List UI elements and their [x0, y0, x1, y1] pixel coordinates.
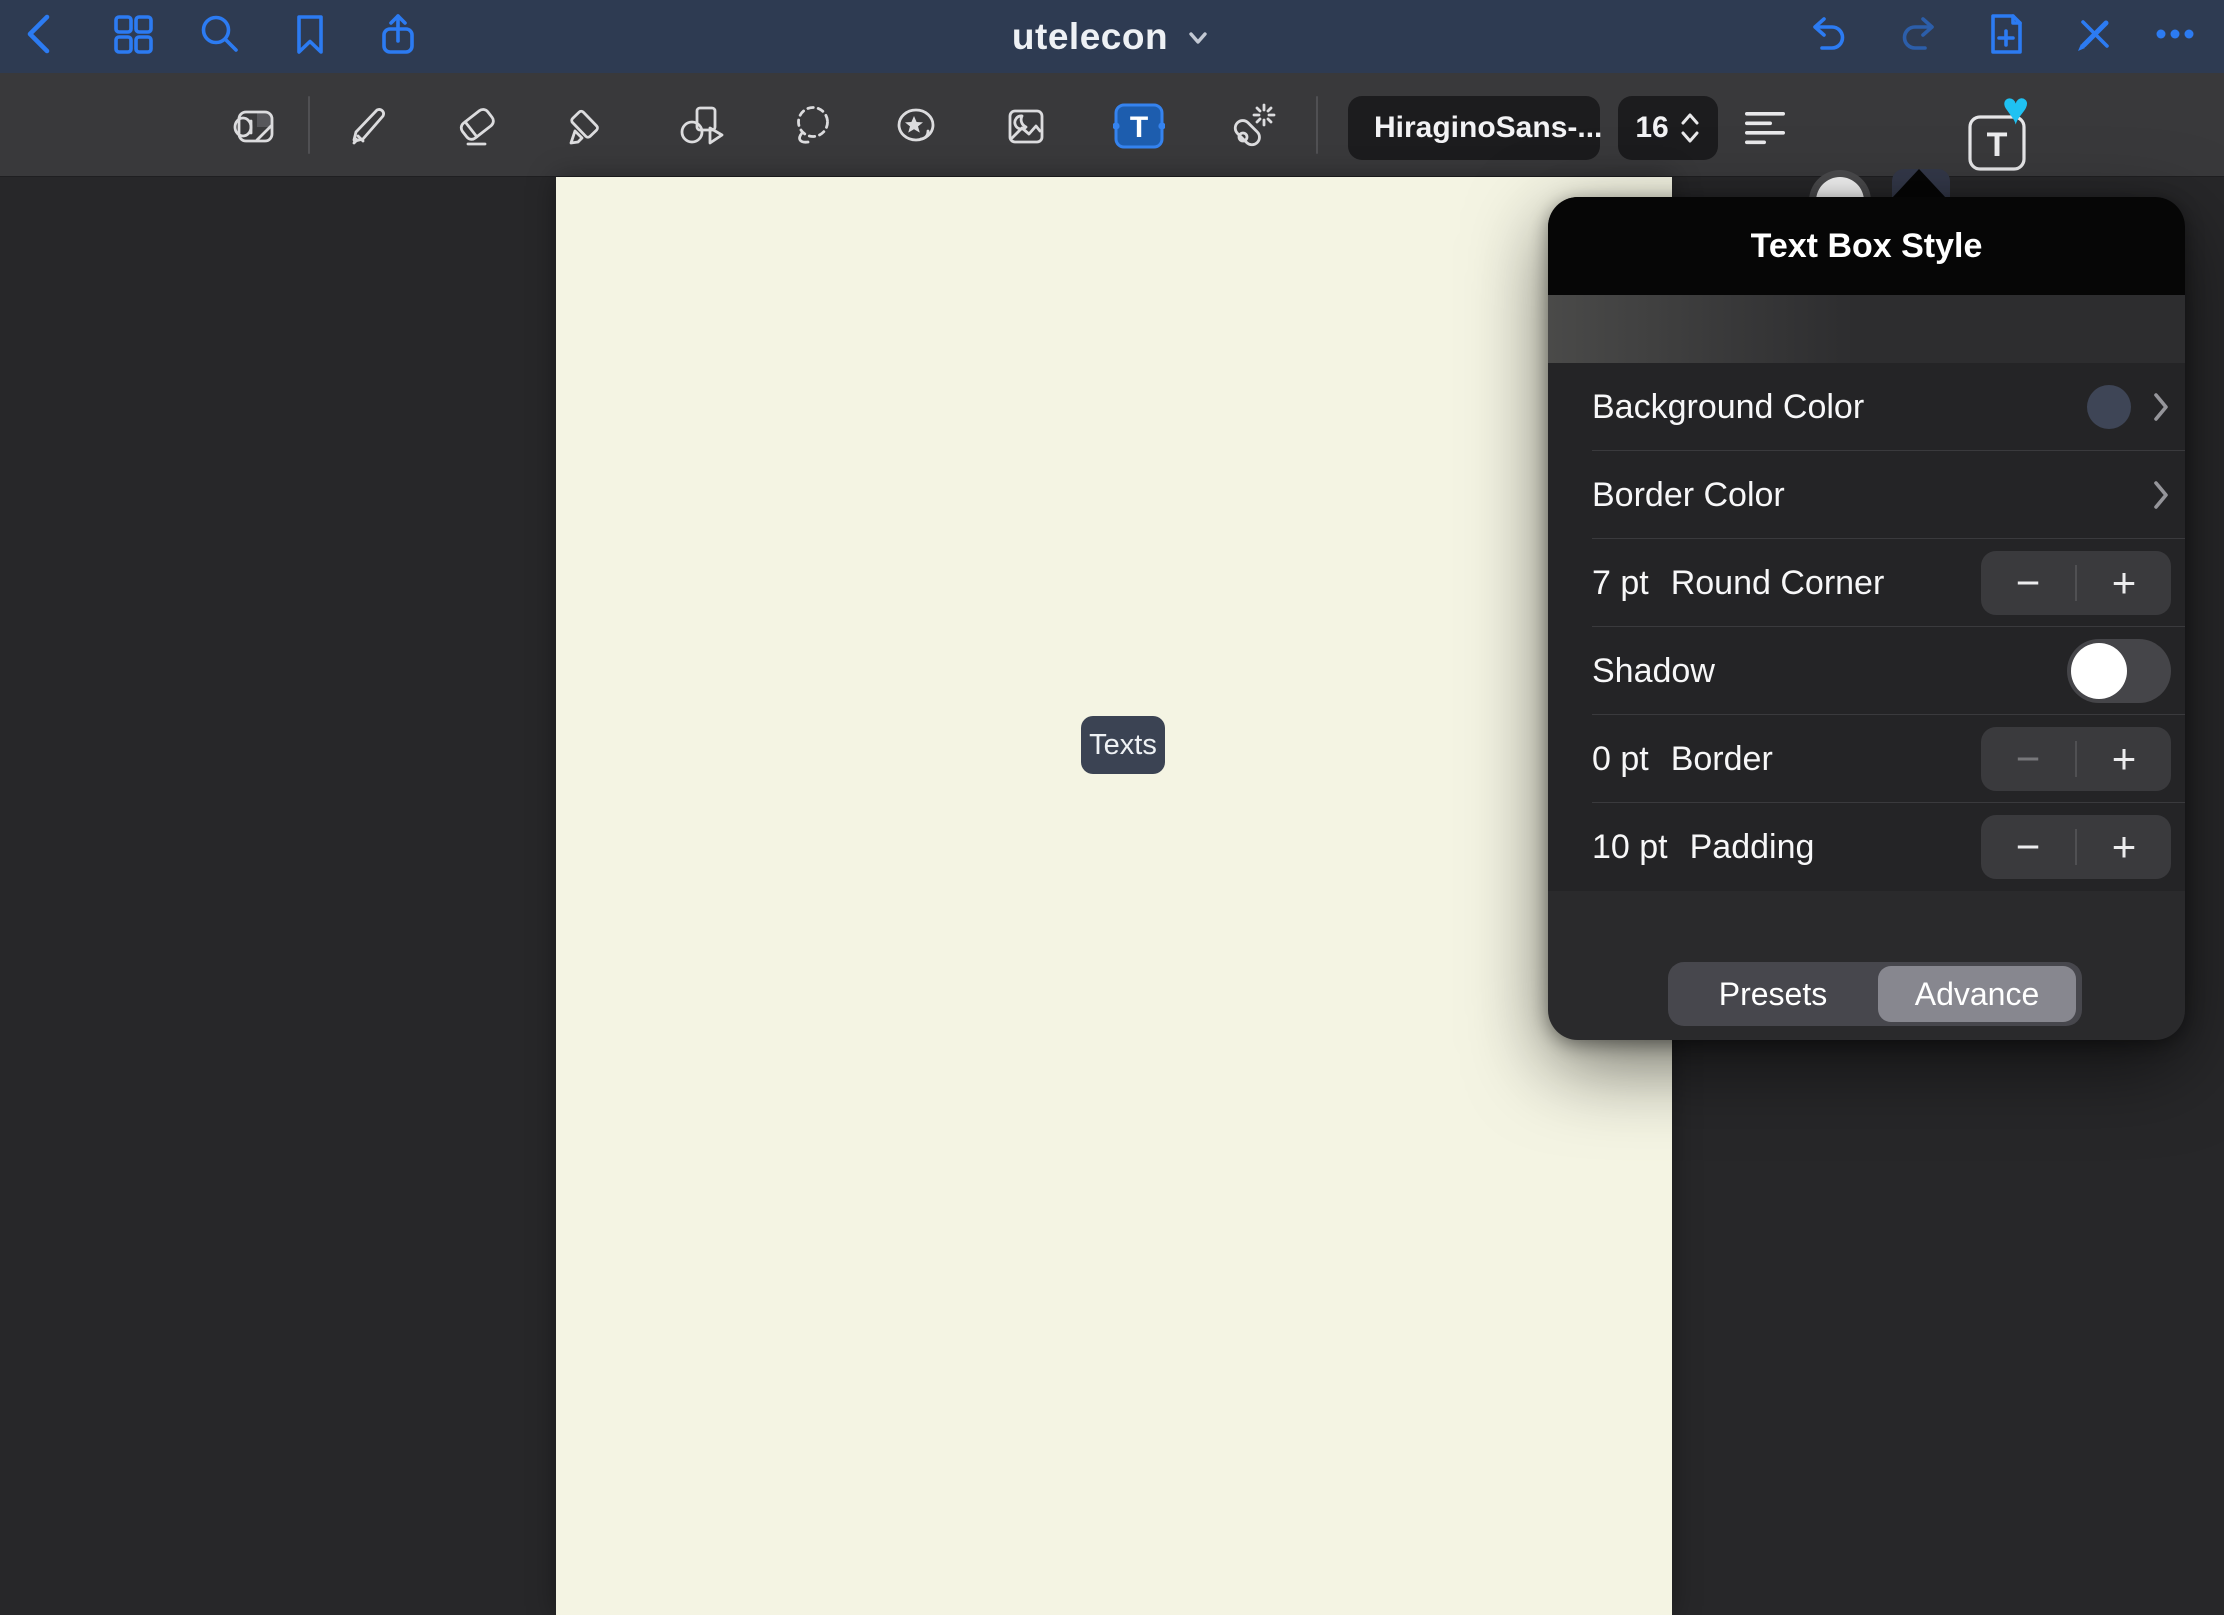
navbar: utelecon [0, 0, 2224, 73]
advance-label: Advance [1915, 976, 2040, 1013]
toggle-knob [2071, 643, 2127, 699]
row-label: Border [1671, 740, 1773, 779]
sticker-tool[interactable] [892, 103, 940, 151]
row-round-corner: 7 pt Round Corner − + [1548, 539, 2185, 627]
exit-edit-mode-button[interactable] [2070, 10, 2118, 58]
popover-header: Text Box Style [1548, 197, 2185, 295]
toolbar-separator [308, 96, 310, 154]
row-shadow: Shadow [1548, 627, 2185, 715]
text-tool-letter: T [1130, 111, 1148, 144]
presets-label: Presets [1719, 976, 1827, 1013]
add-page-button[interactable] [1982, 10, 2030, 58]
document-title-button[interactable]: utelecon [0, 0, 2224, 73]
presets-segment[interactable]: Presets [1668, 962, 1878, 1026]
eraser-tool[interactable] [454, 103, 502, 151]
row-label: Border Color [1592, 476, 1785, 515]
sticker-icon [892, 103, 940, 151]
row-padding: 10 pt Padding − + [1548, 803, 2185, 891]
more-button[interactable] [2151, 10, 2199, 58]
font-size-value: 16 [1635, 111, 1668, 145]
round-corner-plus-button[interactable]: + [2077, 551, 2171, 615]
chevron-right-icon [2151, 390, 2171, 424]
chevron-down-icon [1184, 23, 1212, 51]
eraser-icon [454, 103, 502, 151]
padding-stepper: − + [1981, 815, 2171, 879]
toolbar-separator [1316, 96, 1318, 154]
pen-tool[interactable] [346, 103, 394, 151]
popover-rows: Background Color Border Color 7 pt Round… [1548, 363, 2185, 891]
redo-button[interactable] [1896, 10, 1944, 58]
font-family-button[interactable]: HiraginoSans-... [1348, 96, 1600, 160]
note-page[interactable] [556, 177, 1672, 1615]
padding-plus-button[interactable]: + [2077, 815, 2171, 879]
text-tool-selected[interactable]: T [1113, 102, 1165, 152]
font-size-stepper[interactable]: 16 [1618, 96, 1718, 160]
row-background-color[interactable]: Background Color [1548, 363, 2185, 451]
highlighter-tool[interactable] [562, 103, 610, 151]
image-tool[interactable] [1002, 103, 1050, 151]
document-title: utelecon [1012, 16, 1168, 58]
shapes-icon [678, 103, 726, 151]
padding-minus-button[interactable]: − [1981, 815, 2075, 879]
border-width-stepper: − + [1981, 727, 2171, 791]
row-label: Background Color [1592, 388, 1864, 427]
presets-advance-segmented-control: Presets Advance [1668, 962, 2082, 1026]
row-border-color[interactable]: Border Color [1548, 451, 2185, 539]
chevron-right-icon [2151, 478, 2171, 512]
app-root: utelecon [0, 0, 2224, 1615]
align-left-icon [1741, 104, 1789, 152]
round-corner-value: 7 pt [1592, 564, 1649, 603]
popover-arrow [1892, 169, 1946, 198]
font-family-label: HiraginoSans-... [1374, 111, 1602, 145]
row-border-width: 0 pt Border − + [1548, 715, 2185, 803]
border-width-plus-button[interactable]: + [2077, 727, 2171, 791]
toolbar: T HiraginoSans-... 16 [0, 73, 2224, 177]
advance-segment-selected[interactable]: Advance [1878, 966, 2076, 1022]
ellipsis-icon [2151, 10, 2199, 58]
padding-value: 10 pt [1592, 828, 1668, 867]
text-align-button[interactable] [1741, 104, 1789, 152]
border-width-value: 0 pt [1592, 740, 1649, 779]
stepper-chevrons-icon [1679, 109, 1701, 147]
undo-button[interactable] [1803, 10, 1851, 58]
laser-tool[interactable] [1226, 101, 1278, 153]
zoom-window-icon [232, 103, 280, 151]
pencil-cross-icon [2070, 10, 2118, 58]
zoom-window-tool[interactable] [232, 103, 280, 151]
lasso-icon [789, 103, 837, 151]
background-color-swatch [2087, 385, 2131, 429]
row-label: Shadow [1592, 652, 1715, 691]
pen-icon [346, 103, 394, 151]
style-preview-strip [1548, 295, 2185, 363]
row-label: Padding [1690, 828, 1815, 867]
redo-icon [1896, 10, 1944, 58]
popover-title: Text Box Style [1751, 227, 1983, 266]
laser-pointer-icon [1226, 101, 1278, 153]
canvas-text-box[interactable]: Texts [1081, 716, 1165, 774]
image-icon [1002, 103, 1050, 151]
shapes-tool[interactable] [678, 103, 726, 151]
canvas-text-box-label: Texts [1089, 729, 1157, 762]
row-label: Round Corner [1671, 564, 1885, 603]
text-tool-icon: T [1113, 102, 1165, 152]
favorite-heart-icon: ♥ [2002, 85, 2029, 131]
highlighter-icon [562, 103, 610, 151]
add-page-icon [1982, 10, 2030, 58]
shadow-toggle-off[interactable] [2067, 639, 2171, 703]
lasso-tool[interactable] [789, 103, 837, 151]
text-box-style-popover: Text Box Style Background Color Border C… [1548, 197, 2185, 1040]
undo-icon [1803, 10, 1851, 58]
round-corner-stepper: − + [1981, 551, 2171, 615]
text-box-style-heart-button[interactable]: T ♥ [1962, 91, 2038, 177]
border-width-minus-button[interactable]: − [1981, 727, 2075, 791]
round-corner-minus-button[interactable]: − [1981, 551, 2075, 615]
